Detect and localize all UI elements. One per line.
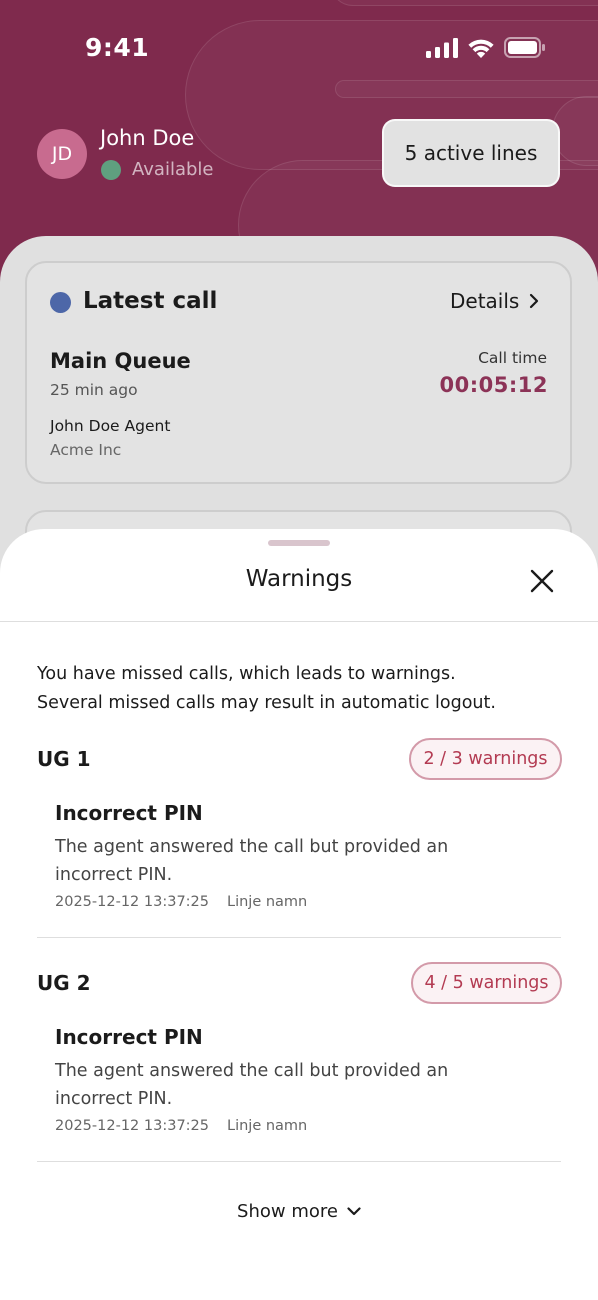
header-decoration (335, 80, 598, 98)
status-icons (426, 37, 546, 58)
warnings-count-badge: 2 / 3 warnings (409, 738, 562, 780)
warning-title: Incorrect PIN (55, 1025, 203, 1049)
group-divider (37, 937, 561, 938)
close-button[interactable] (527, 566, 557, 596)
latest-call-dot (50, 292, 71, 313)
show-more-label: Show more (237, 1201, 338, 1222)
close-icon (530, 569, 554, 593)
warning-description-line: The agent answered the call but provided… (55, 837, 449, 857)
warnings-intro: You have missed calls, which leads to wa… (37, 660, 567, 718)
active-lines-button[interactable]: 5 active lines (382, 119, 560, 187)
details-link[interactable]: Details (450, 289, 539, 313)
warning-description: The agent answered the call but provided… (55, 833, 475, 889)
presence-status[interactable]: Available (101, 159, 213, 180)
warnings-sheet (0, 529, 598, 1300)
warning-description-line: The agent answered the call but provided… (55, 1061, 449, 1081)
warning-description: The agent answered the call but provided… (55, 1057, 475, 1113)
warning-meta: 2025-12-12 13:37:25 Linje namn (55, 1118, 307, 1134)
show-more-button[interactable]: Show more (0, 1201, 598, 1222)
agent-name: John Doe Agent (50, 417, 171, 435)
warning-line-name: Linje namn (227, 894, 308, 910)
chevron-down-icon (347, 1207, 361, 1216)
warnings-count-badge: 4 / 5 warnings (411, 962, 562, 1004)
group-label: UG 2 (37, 971, 91, 995)
warning-line-name: Linje namn (227, 1118, 308, 1134)
chevron-right-icon (530, 293, 539, 309)
call-time-label: Call time (478, 349, 547, 367)
group-label: UG 1 (37, 747, 91, 771)
battery-icon (504, 37, 545, 58)
sheet-grabber[interactable] (268, 540, 330, 546)
warning-datetime: 2025-12-12 13:37:25 (55, 1118, 209, 1134)
details-label: Details (450, 289, 520, 313)
avatar[interactable]: JD (37, 129, 87, 179)
agent-company: Acme Inc (50, 441, 122, 459)
warning-meta: 2025-12-12 13:37:25 Linje namn (55, 894, 307, 910)
presence-dot (101, 159, 121, 180)
latest-call-title: Latest call (83, 288, 218, 314)
signal-icon (426, 37, 458, 58)
user-name: John Doe (100, 126, 195, 150)
status-time: 9:41 (85, 33, 150, 62)
intro-line: Several missed calls may result in autom… (37, 693, 496, 713)
warning-title: Incorrect PIN (55, 801, 203, 825)
queue-name: Main Queue (50, 349, 191, 373)
warning-description-line: incorrect PIN. (55, 1089, 173, 1109)
sheet-divider (0, 621, 598, 622)
group-divider (37, 1161, 561, 1162)
call-time-value: 00:05:12 (439, 373, 548, 397)
intro-line: You have missed calls, which leads to wa… (37, 664, 456, 684)
warning-datetime: 2025-12-12 13:37:25 (55, 894, 209, 910)
presence-label: Available (132, 159, 214, 180)
sheet-title: Warnings (245, 566, 353, 592)
header-decoration (330, 0, 598, 6)
warning-description-line: incorrect PIN. (55, 865, 173, 885)
wifi-icon (468, 39, 494, 58)
call-time-ago: 25 min ago (50, 381, 138, 399)
